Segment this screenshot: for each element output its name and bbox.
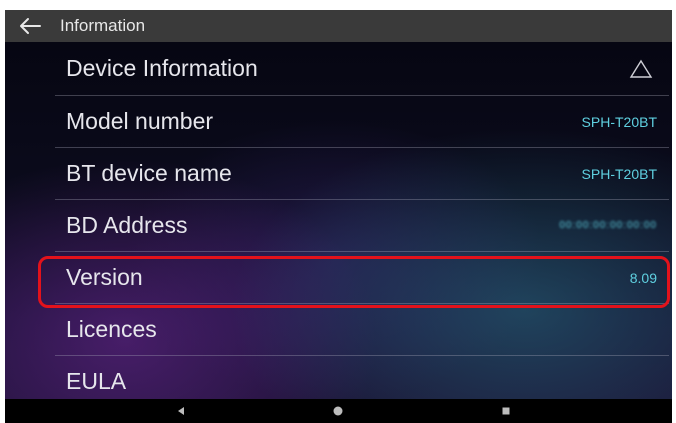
circle-home-icon	[333, 406, 343, 416]
bd-address-label: BD Address	[66, 212, 188, 238]
nav-recents-button[interactable]	[486, 399, 526, 423]
section-title: Device Information	[66, 55, 258, 81]
nav-home-button[interactable]	[318, 399, 358, 423]
list-item-licences[interactable]: Licences	[55, 304, 669, 356]
version-value: 8.09	[629, 269, 657, 286]
eula-label: EULA	[66, 368, 127, 394]
app-screen: Information Device Information Model num…	[5, 10, 672, 423]
list-item-model-number[interactable]: Model number SPH-T20BT	[55, 96, 669, 148]
list-item-bd-address[interactable]: BD Address 00:00:00:00:00:00	[55, 200, 669, 252]
nav-back-button[interactable]	[161, 399, 201, 423]
system-nav-bar	[5, 399, 672, 423]
section-header-device-information[interactable]: Device Information	[55, 42, 669, 96]
bt-device-name-label: BT device name	[66, 160, 232, 186]
triangle-back-icon	[178, 407, 184, 415]
square-recents-icon	[502, 407, 510, 415]
title-bar: Information	[5, 10, 672, 42]
back-button[interactable]	[5, 10, 55, 42]
bt-device-name-value: SPH-T20BT	[581, 165, 657, 182]
triangle-up-icon[interactable]	[629, 58, 653, 80]
page-title: Information	[60, 16, 146, 35]
bd-address-value: 00:00:00:00:00:00	[559, 220, 657, 231]
settings-list: Device Information Model number SPH-T20B…	[5, 42, 672, 408]
list-item-bt-device-name[interactable]: BT device name SPH-T20BT	[55, 148, 669, 200]
arrow-left-icon	[20, 18, 41, 34]
model-number-value: SPH-T20BT	[581, 113, 657, 130]
licences-label: Licences	[66, 316, 157, 342]
model-number-label: Model number	[66, 108, 214, 134]
version-label: Version	[66, 264, 143, 290]
list-item-version[interactable]: Version 8.09	[55, 252, 669, 304]
